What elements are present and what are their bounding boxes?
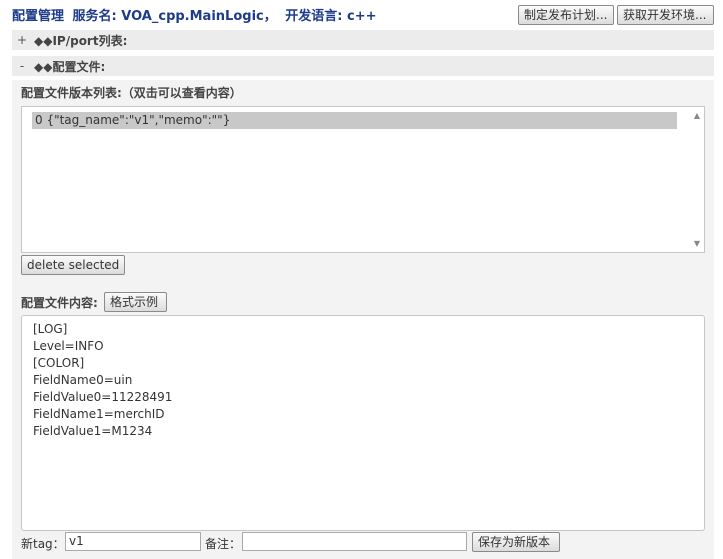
scroll-up-icon[interactable]: ▲ bbox=[694, 111, 700, 120]
expand-toggle[interactable]: + bbox=[15, 32, 29, 48]
section-config-file[interactable]: - ◆◆配置文件: bbox=[12, 56, 714, 76]
content-line: FieldValue0=11228491 bbox=[33, 390, 173, 404]
delete-selected-button[interactable]: delete selected bbox=[21, 255, 125, 275]
service-name: 服务名: VOA_cpp.MainLogic， bbox=[72, 9, 277, 24]
content-line: FieldName1=merchID bbox=[33, 407, 165, 421]
content-line: [COLOR] bbox=[33, 356, 85, 370]
memo-label: 备注： bbox=[205, 537, 242, 551]
memo-input[interactable] bbox=[242, 532, 467, 551]
scroll-down-icon[interactable]: ▼ bbox=[694, 239, 700, 248]
content-label: 配置文件内容: bbox=[21, 296, 98, 310]
content-line: Level=INFO bbox=[33, 339, 104, 353]
app-title: 配置管理 bbox=[12, 9, 65, 24]
version-list-label: 配置文件版本列表:（双击可以查看内容） bbox=[21, 86, 242, 100]
new-tag-label: 新tag： bbox=[21, 537, 65, 551]
section-config-file-label: ◆◆配置文件: bbox=[34, 60, 106, 74]
header-bar: 配置管理 服务名: VOA_cpp.MainLogic， 开发语言: c++ 制… bbox=[0, 0, 723, 30]
section-ip-port-label: ◆◆IP/port列表: bbox=[34, 34, 128, 48]
save-new-version-button[interactable]: 保存为新版本 bbox=[472, 532, 560, 552]
get-dev-env-button[interactable]: 获取开发环境... bbox=[617, 5, 714, 25]
config-content-textarea[interactable]: [LOG] Level=INFO [COLOR] FieldName0=uin … bbox=[21, 315, 705, 531]
format-example-button[interactable]: 格式示例 bbox=[104, 292, 167, 312]
collapse-toggle[interactable]: - bbox=[15, 58, 29, 74]
version-listbox[interactable]: 0 {"tag_name":"v1","memo":""} ▲ ▼ bbox=[21, 106, 705, 253]
version-list-item[interactable]: 0 {"tag_name":"v1","memo":""} bbox=[32, 112, 677, 129]
content-line: FieldName0=uin bbox=[33, 373, 133, 387]
plan-release-button[interactable]: 制定发布计划... bbox=[518, 5, 614, 25]
section-ip-port[interactable]: + ◆◆IP/port列表: bbox=[12, 30, 714, 50]
content-line: [LOG] bbox=[33, 322, 68, 336]
page-title: 配置管理 服务名: VOA_cpp.MainLogic， 开发语言: c++ bbox=[12, 5, 380, 24]
content-line: FieldValue1=M1234 bbox=[33, 424, 153, 438]
dev-language: 开发语言: c++ bbox=[285, 9, 377, 24]
new-tag-input[interactable]: v1 bbox=[65, 532, 201, 551]
